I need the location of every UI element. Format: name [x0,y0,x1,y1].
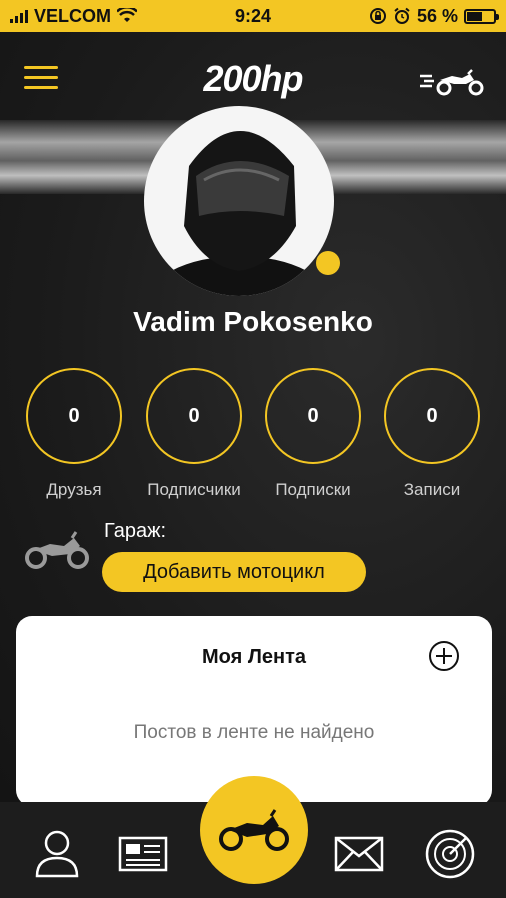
feed-card: Моя Лента Постов в ленте не найдено [16,616,492,802]
stat-label: Подписчики [147,480,241,499]
stat-value: 0 [265,368,361,464]
online-status-dot [316,251,340,275]
status-left: VELCOM [10,5,138,27]
status-bar: VELCOM 9:24 56 % [0,0,506,32]
orientation-lock-icon [369,8,386,24]
stat-value: 0 [26,368,122,464]
feed-empty-message: Постов в ленте не найдено [133,722,375,743]
motorcycle-icon [25,531,89,569]
stat-friends[interactable]: 0 Друзья [14,368,134,500]
bottom-navigation [0,776,506,898]
stat-label: Записи [403,480,461,499]
battery-level [467,11,482,21]
profile-icon[interactable] [34,828,80,878]
battery-percent: 56 % [416,5,458,26]
stat-following[interactable]: 0 Подписки [253,368,373,500]
battery-icon [464,8,499,24]
stat-value: 0 [384,368,480,464]
stat-label: Друзья [46,480,102,499]
stat-label: Подписки [275,480,351,499]
wifi-icon [117,8,138,22]
profile-stats: 0 Друзья 0 Подписчики 0 Подписки 0 Запис… [0,368,506,500]
garage-nav-button[interactable] [200,776,308,884]
feed-title: Моя Лента [202,646,306,668]
motorcycle-icon [219,809,289,851]
garage-label: Гараж: [104,520,167,542]
alarm-icon [394,7,410,24]
profile-screen: 200hp Vadim Pokosenko 0 Друзья 0 Подписч… [0,32,506,802]
stat-followers[interactable]: 0 Подписчики [134,368,254,500]
carrier-name: VELCOM [34,5,112,26]
fast-motorcycle-icon[interactable] [418,66,486,96]
user-name: Vadim Pokosenko [133,306,373,337]
mail-icon[interactable] [334,836,384,872]
add-motorcycle-button[interactable]: Добавить мотоцикл [102,552,366,592]
news-icon[interactable] [118,836,168,872]
avatar[interactable] [144,106,334,296]
signal-icon [10,9,28,23]
stat-value: 0 [146,368,242,464]
helmet-avatar-icon [145,131,333,296]
stat-posts[interactable]: 0 Записи [372,368,492,500]
status-right: 56 % [369,5,499,27]
plus-circle-icon[interactable] [428,640,460,672]
radar-icon[interactable] [424,828,476,880]
